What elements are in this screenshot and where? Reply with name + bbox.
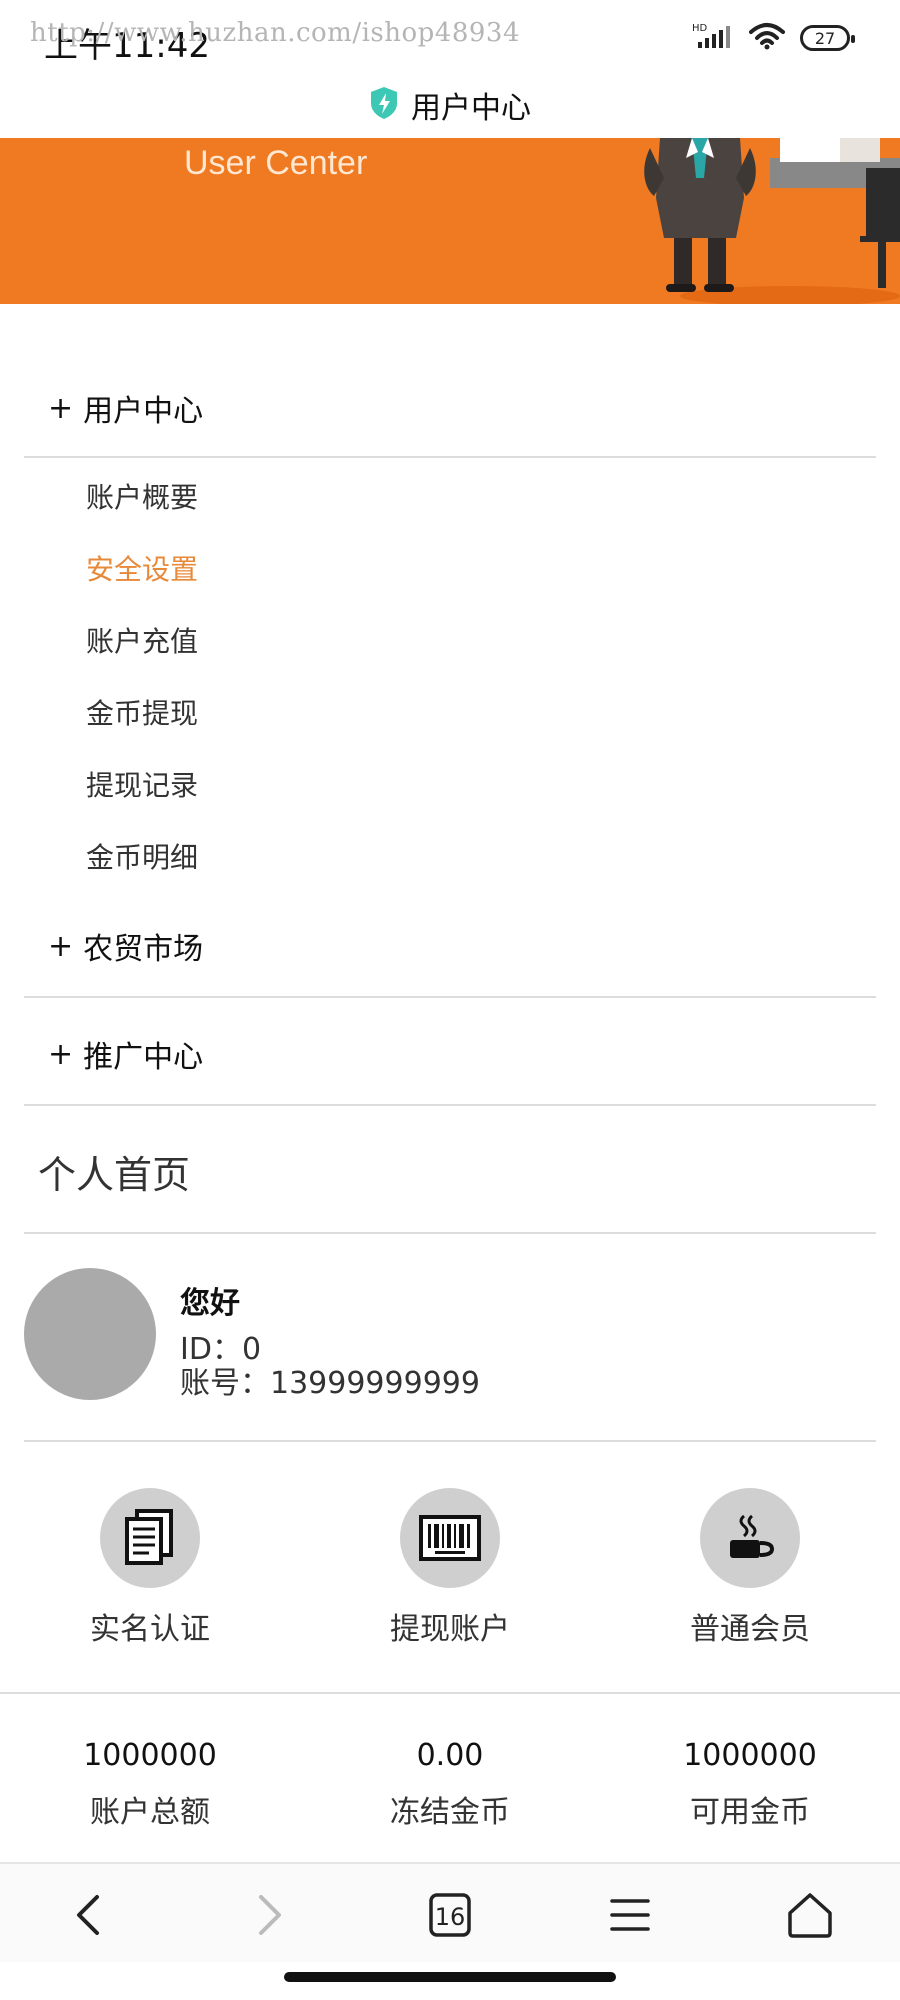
- stat-value: 1000000: [83, 1738, 217, 1773]
- expand-icon: +: [48, 390, 74, 426]
- stat-available-gold: 1000000 可用金币: [630, 1738, 870, 1831]
- menu-group-farm-market[interactable]: + 农贸市场: [24, 898, 876, 994]
- stat-value: 1000000: [683, 1738, 817, 1773]
- section-title: 个人首页: [38, 1153, 191, 1197]
- signal-icon: HD: [692, 22, 734, 54]
- home-icon[interactable]: [780, 1888, 840, 1942]
- submenu-item-security-settings[interactable]: 安全设置: [86, 548, 198, 588]
- businessman-illustration: [644, 138, 900, 304]
- status-icons: HD 27: [692, 22, 855, 54]
- divider: [0, 1692, 900, 1694]
- status-bar: 上午11:42 http://www.huzhan.com/ishop48934…: [0, 0, 900, 72]
- feature-label: 实名认证: [90, 1612, 210, 1647]
- coffee-cup-icon: [700, 1488, 800, 1588]
- submenu-item-gold-withdraw[interactable]: 金币提现: [86, 692, 198, 732]
- battery-level: 27: [814, 28, 836, 48]
- watermark-text: http://www.huzhan.com/ishop48934: [30, 18, 520, 48]
- menu-group-label: 农贸市场: [83, 932, 204, 967]
- stat-label: 可用金币: [690, 1795, 810, 1830]
- stat-total-balance: 1000000 账户总额: [30, 1738, 270, 1831]
- submenu-item-withdraw-records[interactable]: 提现记录: [86, 764, 198, 804]
- stat-label: 账户总额: [90, 1795, 210, 1830]
- expand-icon: +: [48, 1036, 74, 1072]
- divider: [24, 1232, 876, 1234]
- divider: [24, 456, 876, 458]
- page-title: 用户中心: [411, 91, 531, 126]
- menu-group-label: 用户中心: [83, 394, 204, 429]
- tabs-button[interactable]: 16: [420, 1888, 480, 1942]
- stat-label: 冻结金币: [390, 1795, 510, 1830]
- divider: [24, 1440, 876, 1442]
- banner-subtitle: User Center: [184, 144, 368, 182]
- forward-icon[interactable]: [240, 1888, 300, 1942]
- stat-frozen-gold: 0.00 冻结金币: [330, 1738, 570, 1831]
- user-account: 账号：13999999999: [180, 1366, 480, 1401]
- menu-icon[interactable]: [600, 1888, 660, 1942]
- header-banner: User Center: [0, 138, 900, 304]
- menu-group-label: 推广中心: [83, 1040, 204, 1075]
- divider: [24, 996, 876, 998]
- home-indicator[interactable]: [284, 1972, 616, 1982]
- back-icon[interactable]: [58, 1888, 118, 1942]
- submenu-item-gold-details[interactable]: 金币明细: [86, 836, 198, 876]
- barcode-icon: [400, 1488, 500, 1588]
- avatar[interactable]: [24, 1268, 156, 1400]
- battery-icon: 27: [800, 25, 855, 51]
- submenu-item-account-overview[interactable]: 账户概要: [86, 476, 198, 516]
- title-bar: 用户中心: [0, 72, 900, 138]
- wifi-icon: [748, 22, 786, 54]
- stat-value: 0.00: [416, 1738, 484, 1773]
- feature-membership[interactable]: 普通会员: [650, 1488, 850, 1648]
- shield-icon: [369, 86, 399, 124]
- greeting-text: 您好: [180, 1286, 240, 1321]
- browser-toolbar: 16: [0, 1862, 900, 1962]
- menu-group-user-center[interactable]: + 用户中心: [24, 360, 876, 456]
- expand-icon: +: [48, 928, 74, 964]
- svg-text:16: 16: [435, 1903, 466, 1931]
- documents-icon: [100, 1488, 200, 1588]
- divider: [24, 1104, 876, 1106]
- tabs-icon: 16: [429, 1893, 471, 1937]
- menu-group-promotion-center[interactable]: + 推广中心: [24, 1006, 876, 1102]
- svg-text:HD: HD: [692, 23, 708, 34]
- feature-label: 提现账户: [390, 1612, 510, 1647]
- feature-real-name-verification[interactable]: 实名认证: [50, 1488, 250, 1648]
- submenu-item-account-recharge[interactable]: 账户充值: [86, 620, 198, 660]
- feature-withdraw-account[interactable]: 提现账户: [350, 1488, 550, 1648]
- feature-label: 普通会员: [690, 1612, 810, 1647]
